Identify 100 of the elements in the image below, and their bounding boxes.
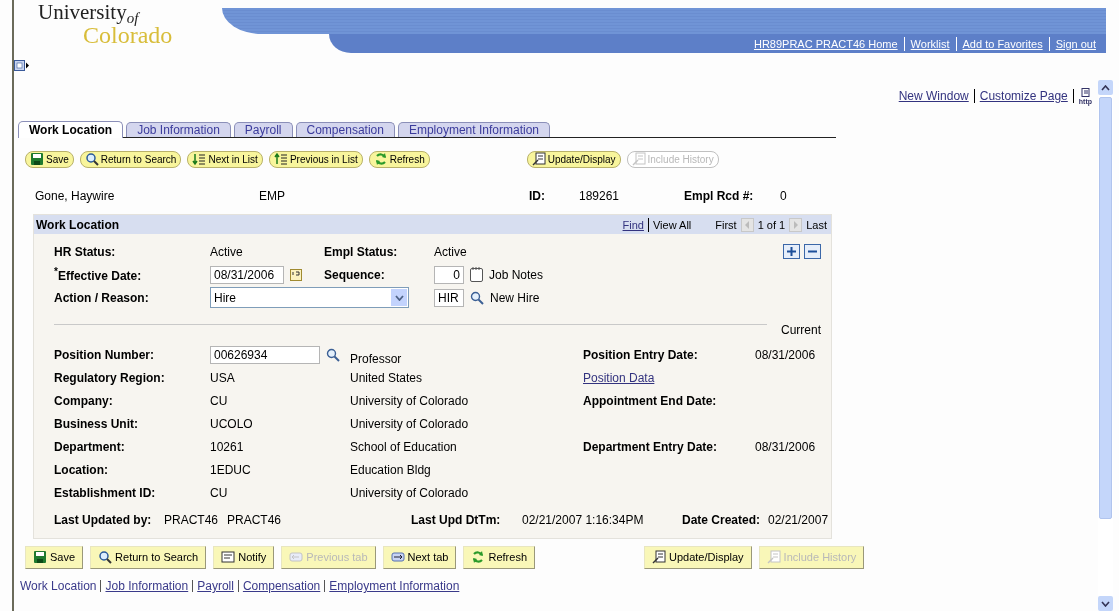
save-icon: [33, 550, 47, 564]
field-value: CU: [210, 393, 229, 408]
toolbar-button[interactable]: Next tab: [382, 545, 457, 569]
tab[interactable]: Payroll: [233, 122, 293, 137]
toolbar-button[interactable]: Save: [25, 150, 74, 168]
nav-link[interactable]: Worklist: [904, 37, 956, 50]
field-value: PRACT46: [164, 513, 220, 527]
find-link[interactable]: Find: [622, 218, 644, 231]
field-label: Date Created:: [682, 513, 762, 527]
field-value: Active: [434, 244, 467, 259]
id-value: 189261: [579, 189, 621, 203]
field-value: 1EDUC: [210, 462, 252, 477]
record-range: 1 of 1: [757, 218, 786, 231]
field-value: 02/21/2007 1:16:34PM: [522, 513, 645, 527]
record-value: 0: [780, 189, 788, 203]
logo-text: University: [38, 0, 127, 24]
field-label: Business Unit:: [54, 416, 139, 431]
field-label: Department:: [54, 439, 126, 454]
current-text: Current: [781, 323, 821, 337]
field-label: Sequence:: [324, 267, 386, 282]
pencil-document-icon: [652, 550, 666, 564]
field-value: 08/31/2006: [755, 347, 817, 362]
field-value: 02/21/2007: [768, 513, 829, 527]
date-field[interactable]: 08/31/2006: [210, 265, 284, 284]
field-label: Establishment ID:: [54, 485, 157, 500]
menu-toggle-icon[interactable]: [14, 60, 30, 72]
tab[interactable]: Job Information: [126, 122, 231, 137]
up-arrow-list-icon: [273, 152, 288, 166]
field-description: University of Colorado: [350, 393, 470, 408]
field-label: Action / Reason:: [54, 290, 150, 305]
page-nav-link[interactable]: Employment Information: [329, 579, 460, 593]
toolbar-button[interactable]: Return to Search: [90, 545, 207, 569]
field-description: University of Colorado: [350, 416, 470, 431]
notepad-icon[interactable]: [470, 267, 483, 282]
field-label: Location:: [54, 462, 109, 477]
nav-link[interactable]: Sign out: [1049, 37, 1102, 50]
field-label: Appointment End Date:: [583, 393, 718, 408]
field-label: Regulatory Region:: [54, 370, 166, 385]
search-icon: [98, 550, 113, 564]
id-label: ID:: [529, 189, 546, 203]
toolbar-button[interactable]: Previous in List: [268, 150, 363, 168]
field-value: UCOLO: [210, 416, 254, 431]
page-link[interactable]: Customize Page: [979, 89, 1068, 103]
nav-link[interactable]: HR89PRAC PRACT46 Home: [747, 37, 904, 50]
employee-type: EMP: [259, 189, 286, 203]
field-label: HR Status:: [54, 244, 117, 259]
field-value: 08/31/2006: [755, 439, 817, 454]
toolbar-button[interactable]: Notify: [213, 545, 275, 569]
pencil-document-icon: [531, 152, 546, 166]
plus-icon: [787, 247, 796, 256]
field-description: Education Bldg: [350, 462, 432, 477]
refresh-icon: [471, 550, 486, 564]
nav-link[interactable]: Add to Favorites: [956, 37, 1049, 50]
reason-field[interactable]: HIR: [434, 288, 464, 307]
field-value: Active: [210, 244, 244, 259]
save-icon: [30, 152, 44, 166]
tab[interactable]: Compensation: [295, 122, 395, 137]
chevron-down-icon: [394, 294, 404, 301]
position-field[interactable]: 00626934: [210, 345, 320, 364]
note-icon: [221, 550, 236, 564]
delete-row-button[interactable]: [804, 244, 821, 259]
field-label: Position Entry Date:: [583, 347, 699, 362]
tab[interactable]: Employment Information: [397, 122, 550, 137]
toolbar-button[interactable]: Next in List: [187, 150, 263, 168]
add-row-button[interactable]: [783, 244, 800, 259]
toolbar-button[interactable]: Refresh: [463, 545, 535, 569]
page-nav-link[interactable]: Compensation: [242, 579, 321, 593]
panel-title: Work Location: [36, 217, 120, 232]
right-triangle-icon: [792, 220, 799, 229]
field-value: 10261: [210, 439, 245, 454]
page-nav-link[interactable]: Work Location: [20, 579, 97, 593]
employee-name: Gone, Haywire: [35, 189, 116, 203]
field-label: Company:: [54, 393, 114, 408]
field-label: Last Upd DtTm:: [411, 513, 502, 527]
page-link[interactable]: New Window: [898, 89, 969, 103]
tab[interactable]: Work Location: [18, 121, 124, 138]
page-nav-link[interactable]: Payroll: [197, 579, 234, 593]
toolbar-button[interactable]: Save: [25, 545, 84, 569]
scrollbar[interactable]: [1098, 80, 1113, 611]
page-nav-link[interactable]: Job Information: [105, 579, 189, 593]
search-icon[interactable]: [470, 290, 484, 305]
view-all-text: View All: [652, 218, 692, 231]
toolbar-button[interactable]: Update/Display: [644, 545, 752, 569]
action-dropdown[interactable]: Hire: [210, 287, 409, 308]
search-icon[interactable]: [326, 347, 340, 362]
toolbar-button[interactable]: Update/Display: [526, 150, 621, 168]
field-value: PRACT46: [227, 513, 283, 527]
last-text: Last: [806, 218, 827, 231]
left-triangle-icon: [744, 220, 751, 229]
toolbar-button[interactable]: Return to Search: [79, 150, 182, 168]
toolbar-button[interactable]: Refresh: [368, 150, 430, 168]
calendar-icon[interactable]: [290, 268, 302, 281]
first-text: First: [715, 218, 737, 231]
sequence-field[interactable]: 0: [434, 265, 464, 284]
position-data-link[interactable]: Position Data: [583, 370, 755, 385]
field-description: Professor: [350, 351, 403, 366]
field-value: USA: [210, 370, 236, 385]
document-icon: [631, 152, 646, 166]
field-description: University of Colorado: [350, 485, 470, 500]
field-value: CU: [210, 485, 229, 500]
